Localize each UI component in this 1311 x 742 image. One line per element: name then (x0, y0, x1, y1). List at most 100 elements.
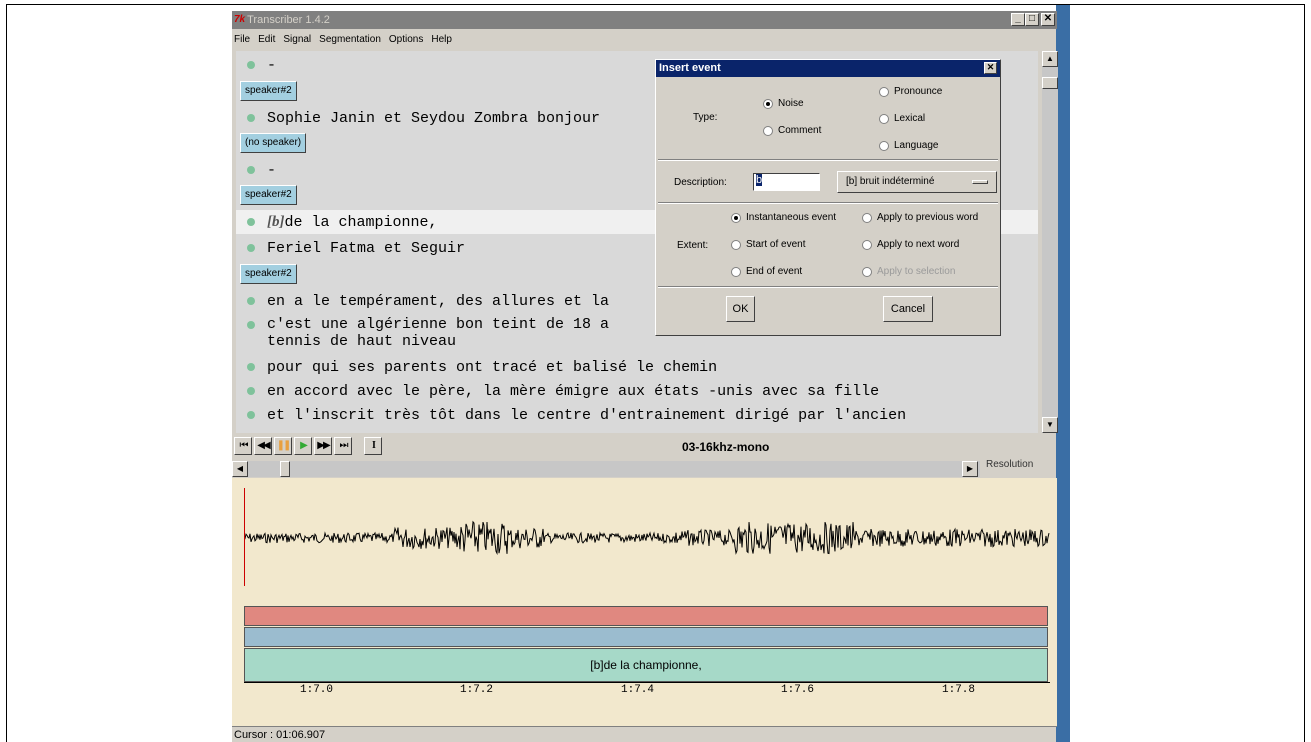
go-end-icon[interactable]: ⏭ (334, 437, 352, 455)
segment-bullet-icon[interactable] (247, 244, 255, 252)
segment-bullet-icon[interactable] (247, 363, 255, 371)
screen-frame-right (1304, 4, 1305, 742)
radio-icon (879, 113, 889, 124)
scroll-thumb[interactable] (1042, 77, 1058, 89)
line-text: Feriel Fatma et Seguir (267, 239, 466, 257)
maximize-button[interactable]: □ (1025, 13, 1039, 26)
pause-icon[interactable]: ❚❚ (274, 437, 292, 455)
screen-frame-top (6, 4, 1305, 5)
signal-panel[interactable]: [b]de la championne, 1:7.0 1:7.2 1:7.4 1… (232, 478, 1057, 726)
dialog-title: Insert event (659, 62, 721, 74)
extent-next-word-radio[interactable]: Apply to next word (862, 239, 959, 250)
line-text: en accord avec le père, la mère émigre a… (267, 382, 880, 400)
type-noise-radio[interactable]: Noise (763, 98, 804, 109)
time-tick: 1:7.8 (942, 684, 976, 696)
menu-file[interactable]: File (234, 34, 250, 45)
line-text: - (267, 56, 277, 74)
transcript-line[interactable]: et l'inscrit très tôt dans le centre d'e… (236, 403, 1038, 427)
description-menu-label: [b] bruit indéterminé (846, 176, 935, 187)
forward-icon[interactable]: ▶▶ (314, 437, 332, 455)
title-bar[interactable]: 7k Transcriber 1.4.2 _ □ ✕ (232, 11, 1057, 29)
dialog-title-bar[interactable]: Insert event ✕ (656, 60, 1000, 77)
screen-frame-left (6, 4, 7, 742)
scroll-right-arrow-icon[interactable]: ▶ (962, 461, 978, 477)
segment-bullet-icon[interactable] (247, 218, 255, 226)
radio-icon (879, 86, 889, 97)
line-text: - (267, 161, 277, 179)
menu-edit[interactable]: Edit (258, 34, 275, 45)
desktop-background (1056, 5, 1070, 742)
description-input[interactable]: b (753, 173, 820, 191)
radio-selected-icon (731, 212, 741, 223)
menu-help[interactable]: Help (431, 34, 452, 45)
rewind-icon[interactable]: ◀◀ (254, 437, 272, 455)
horizontal-scrollbar[interactable]: ◀ (232, 461, 980, 477)
scroll-left-arrow-icon[interactable]: ◀ (232, 461, 248, 477)
speaker-button[interactable]: speaker#2 (240, 264, 297, 284)
segment-bullet-icon[interactable] (247, 166, 255, 174)
segment-bullet-icon[interactable] (247, 114, 255, 122)
event-tag[interactable]: [b] (267, 214, 285, 231)
description-label: Description: (674, 177, 727, 188)
minimize-button[interactable]: _ (1011, 13, 1025, 26)
line-text: c'est une algérienne bon teint de 18 a t… (267, 316, 610, 350)
cancel-button[interactable]: Cancel (883, 296, 933, 322)
menu-segmentation[interactable]: Segmentation (319, 34, 381, 45)
playback-cursor[interactable] (244, 488, 245, 586)
dialog-separator (658, 202, 998, 204)
segment-bullet-icon[interactable] (247, 297, 255, 305)
transcription-segment[interactable]: [b]de la championne, (244, 648, 1048, 682)
radio-icon (763, 125, 773, 136)
segment-bullet-icon[interactable] (247, 411, 255, 419)
type-lexical-radio[interactable]: Lexical (879, 113, 925, 124)
menu-options[interactable]: Options (389, 34, 423, 45)
scroll-down-arrow-icon[interactable]: ▼ (1042, 417, 1058, 433)
scroll-up-arrow-icon[interactable]: ▲ (1042, 51, 1058, 67)
extent-label: Extent: (677, 240, 709, 251)
extent-previous-word-radio[interactable]: Apply to previous word (862, 212, 978, 223)
line-text: Sophie Janin et Seydou Zombra bonjour (267, 109, 601, 127)
radio-icon (731, 266, 741, 277)
scroll-thumb[interactable] (280, 461, 290, 477)
close-button[interactable]: ✕ (1041, 13, 1055, 26)
extent-start-radio[interactable]: Start of event (731, 239, 805, 250)
time-tick: 1:7.0 (300, 684, 334, 696)
radio-icon (862, 239, 872, 250)
window-title: Transcriber 1.4.2 (247, 14, 330, 26)
vertical-scrollbar[interactable]: ▲ ▼ (1042, 51, 1058, 433)
speaker-button[interactable]: speaker#2 (240, 185, 297, 205)
info-icon[interactable]: I (364, 437, 382, 455)
segment-bullet-icon[interactable] (247, 61, 255, 69)
line-text: en a le tempérament, des allures et la (267, 292, 610, 310)
extent-end-radio[interactable]: End of event (731, 266, 802, 277)
transcript-line[interactable]: pour qui ses parents ont tracé et balisé… (236, 355, 1038, 379)
dialog-close-icon[interactable]: ✕ (984, 62, 997, 74)
description-menu-button[interactable]: [b] bruit indéterminé (837, 171, 997, 193)
type-pronounce-radio[interactable]: Pronounce (879, 86, 942, 97)
time-tick: 1:7.2 (460, 684, 494, 696)
segment-bullet-icon[interactable] (247, 387, 255, 395)
go-start-icon[interactable]: ⏮ (234, 437, 252, 455)
waveform[interactable] (244, 488, 1050, 588)
menu-indicator-icon (972, 180, 988, 184)
extent-selection-radio: Apply to selection (862, 266, 955, 277)
insert-event-dialog: Insert event ✕ Type: Noise Comment Prono… (655, 59, 1001, 336)
time-axis (244, 682, 1050, 683)
type-comment-radio[interactable]: Comment (763, 125, 821, 136)
speaker-button[interactable]: speaker#2 (240, 81, 297, 101)
menu-signal[interactable]: Signal (283, 34, 311, 45)
dialog-separator (658, 159, 998, 161)
radio-icon (879, 140, 889, 151)
topic-segment-bar[interactable] (244, 606, 1048, 626)
ok-button[interactable]: OK (726, 296, 755, 322)
type-language-radio[interactable]: Language (879, 140, 939, 151)
speaker-segment-bar[interactable] (244, 627, 1048, 647)
segment-bullet-icon[interactable] (247, 321, 255, 329)
transcript-line[interactable]: en accord avec le père, la mère émigre a… (236, 379, 1038, 403)
extent-instantaneous-radio[interactable]: Instantaneous event (731, 212, 836, 223)
audio-filename: 03-16khz-mono (682, 440, 770, 454)
speaker-button[interactable]: (no speaker) (240, 133, 307, 153)
resolution-label: Resolution (986, 459, 1034, 470)
line-text: et l'inscrit très tôt dans le centre d'e… (267, 406, 907, 424)
play-icon[interactable]: ▶ (294, 437, 312, 455)
